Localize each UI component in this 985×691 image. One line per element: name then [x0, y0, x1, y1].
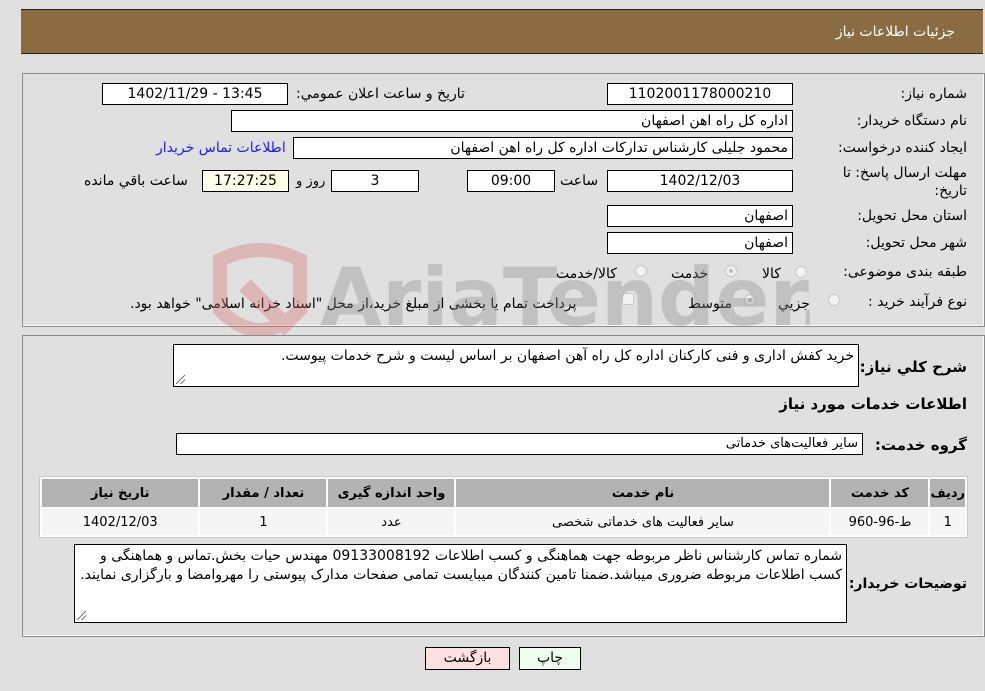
- services-table: ردیف کد خدمت نام خدمت واحد اندازه گیری ت…: [39, 476, 968, 538]
- buyer-notes-label: توضیحات خریدار:: [848, 576, 967, 592]
- cell-unit: عدد: [328, 509, 455, 535]
- summary-label: شرح کلي نياز:: [859, 358, 967, 376]
- summary-text: خرید کفش اداری و فنی کارکنان اداره کل را…: [280, 348, 854, 364]
- buyer-org-field: اداره کل راه اهن اصفهان: [231, 110, 793, 132]
- col-unit: واحد اندازه گیری: [328, 479, 455, 507]
- time-remaining-field: 17:27:25: [202, 170, 289, 192]
- resize-grip-icon[interactable]: [176, 375, 185, 384]
- resize-grip-icon[interactable]: [77, 611, 86, 620]
- category-service-label: خدمت: [671, 266, 709, 282]
- services-heading: اطلاعات خدمات مورد نياز: [779, 395, 967, 413]
- col-service-code: کد خدمت: [831, 479, 929, 507]
- deadline-time-label: ساعت: [560, 173, 599, 189]
- deadline-time-field: 09:00: [467, 170, 555, 192]
- print-button[interactable]: چاپ: [519, 647, 581, 670]
- col-need-date: تاریخ نیاز: [42, 479, 199, 507]
- deadline-label: مهلت ارسال پاسخ: تا تاریخ:: [842, 165, 967, 199]
- buyer-notes-textarea[interactable]: شماره تماس کارشناس ناظر مربوطه جهت هماهن…: [74, 544, 847, 623]
- requester-label: ایجاد کننده درخواست:: [838, 140, 967, 156]
- category-goods-label: کالا: [762, 266, 781, 282]
- cell-quantity: 1: [200, 509, 327, 535]
- page-header: جزئیات اطلاعات نیاز: [21, 9, 983, 54]
- col-row-number: ردیف: [930, 479, 965, 507]
- col-service-name: نام خدمت: [456, 479, 830, 507]
- time-remaining-label: ساعت باقي مانده: [84, 173, 188, 189]
- purchase-minor-radio[interactable]: [828, 294, 840, 306]
- days-remaining-field: 3: [331, 170, 419, 192]
- buyer-notes-text: شماره تماس کارشناس ناظر مربوطه جهت هماهن…: [80, 548, 842, 583]
- city-field: اصفهان: [607, 232, 793, 254]
- category-label: طبقه بندی موضوعی:: [843, 264, 967, 280]
- summary-textarea[interactable]: خرید کفش اداری و فنی کارکنان اداره کل را…: [173, 344, 859, 387]
- city-label: شهر محل تحویل:: [865, 235, 967, 251]
- need-number-field: 1102001178000210: [607, 83, 793, 105]
- purchase-minor-label: جزيي: [778, 296, 810, 312]
- table-header-row: ردیف کد خدمت نام خدمت واحد اندازه گیری ت…: [42, 479, 965, 507]
- announce-datetime-field: 1402/11/29 - 13:45: [102, 83, 288, 105]
- cell-service-name: سایر فعالیت های خدماتی شخصی: [456, 509, 830, 535]
- purchase-medium-label: متوسط: [688, 296, 732, 312]
- buyer-contact-link[interactable]: اطلاعات تماس خریدار: [156, 140, 286, 156]
- treasury-note: پرداخت تمام یا بخشی از مبلغ خرید،از محل …: [130, 296, 577, 312]
- days-label: روز و: [296, 174, 326, 189]
- buyer-org-label: نام دستگاه خریدار:: [856, 113, 967, 129]
- back-button[interactable]: بازگشت: [425, 647, 510, 670]
- province-label: استان محل تحویل:: [857, 208, 967, 224]
- purchase-type-label: نوع فرآیند خرید :: [868, 294, 967, 310]
- cell-row-number: 1: [930, 509, 965, 535]
- category-goods-service-label: کالا/خدمت: [556, 266, 617, 282]
- purchase-medium-radio[interactable]: [744, 294, 756, 306]
- treasury-checkbox[interactable]: [622, 293, 634, 305]
- category-goods-service-radio[interactable]: [635, 265, 647, 277]
- cell-service-code: ط-96-960: [831, 509, 929, 535]
- deadline-date-field: 1402/12/03: [607, 170, 793, 192]
- service-group-label: گروه خدمت:: [874, 436, 967, 454]
- province-field: اصفهان: [607, 205, 793, 227]
- page-title: جزئیات اطلاعات نیاز: [835, 24, 955, 40]
- category-service-radio[interactable]: [725, 265, 737, 277]
- announce-datetime-label: تاریخ و ساعت اعلان عمومي:: [296, 86, 465, 102]
- col-quantity: تعداد / مقدار: [200, 479, 327, 507]
- service-group-field: سایر فعالیت‌های خدماتی: [176, 433, 863, 455]
- table-row: 1 ط-96-960 سایر فعالیت های خدماتی شخصی ع…: [42, 509, 965, 535]
- category-goods-radio[interactable]: [795, 266, 807, 278]
- requester-field: محمود جلیلی کارشناس تدارکات اداره کل راه…: [293, 137, 793, 159]
- need-number-label: شماره نیاز:: [900, 86, 968, 102]
- cell-need-date: 1402/12/03: [42, 509, 199, 535]
